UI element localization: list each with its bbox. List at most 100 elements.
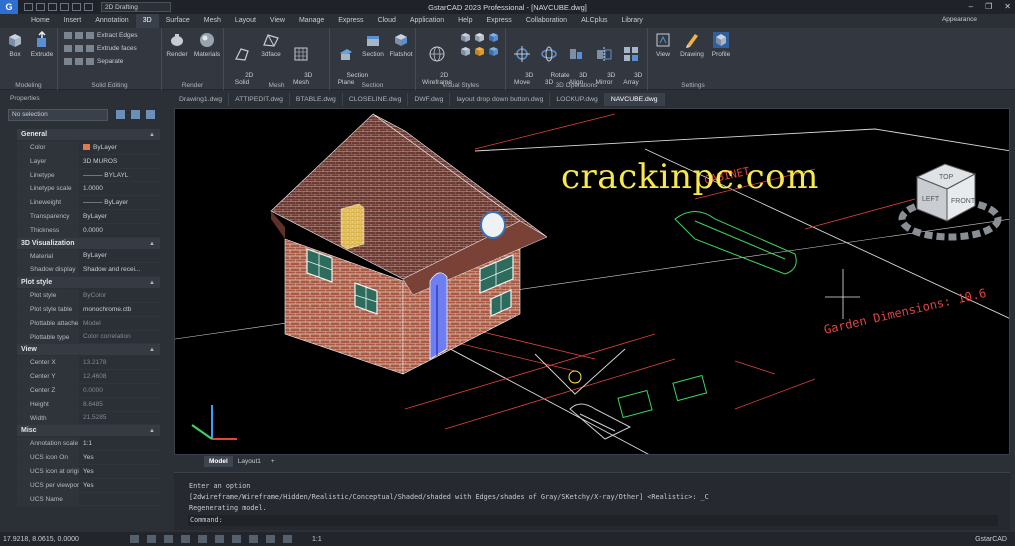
redo-icon[interactable] bbox=[84, 3, 93, 11]
collapse-caret-icon[interactable]: ▲ bbox=[149, 277, 155, 289]
dynamic-ucs-icon[interactable] bbox=[283, 535, 292, 543]
property-value[interactable]: 0.0000 bbox=[79, 223, 160, 237]
property-value[interactable]: Model bbox=[79, 316, 160, 330]
osnap-toggle-icon[interactable] bbox=[198, 535, 207, 543]
extrude-button[interactable]: Extrude bbox=[30, 31, 54, 58]
open-file-icon[interactable] bbox=[36, 3, 45, 11]
property-row[interactable]: Height 8.8485 bbox=[17, 397, 160, 412]
property-value[interactable]: Yes bbox=[79, 464, 160, 478]
property-row[interactable]: Lineweight ——— ByLayer bbox=[17, 196, 160, 210]
property-section-3d-visualization[interactable]: 3D Visualization ▲ bbox=[17, 237, 160, 250]
select-objects-icon[interactable] bbox=[131, 110, 140, 119]
property-value[interactable]: Color correlation bbox=[79, 330, 160, 344]
navcube[interactable]: TOP LEFT FRONT bbox=[898, 163, 1002, 241]
otrack-toggle-icon[interactable] bbox=[215, 535, 224, 543]
menu-tab-surface[interactable]: Surface bbox=[159, 14, 197, 28]
section-button[interactable]: Section bbox=[360, 31, 386, 58]
property-row[interactable]: Transparency ByLayer bbox=[17, 209, 160, 224]
house-3d-model[interactable] bbox=[270, 113, 548, 375]
property-value[interactable]: ——— BYLAYL bbox=[79, 168, 160, 182]
layout-tab[interactable]: Layout1 bbox=[233, 456, 266, 467]
property-value[interactable] bbox=[79, 492, 160, 506]
property-row[interactable]: UCS icon On Yes bbox=[17, 451, 160, 465]
extrude-faces-button[interactable]: Extrude faces bbox=[64, 45, 137, 52]
menu-tab-application[interactable]: Application bbox=[403, 14, 451, 28]
command-input[interactable]: Command: bbox=[188, 515, 998, 526]
property-row[interactable]: Linetype scale 1.0000 bbox=[17, 182, 160, 197]
property-row[interactable]: Center X 13.2178 bbox=[17, 356, 160, 371]
menu-tab-express[interactable]: Express bbox=[480, 14, 519, 28]
drawing-settings-button[interactable]: Drawing bbox=[677, 31, 707, 58]
property-row[interactable]: Annotation scale 1:1 bbox=[17, 437, 160, 452]
render-button[interactable]: Render bbox=[165, 31, 189, 58]
document-tab[interactable]: DWF.dwg bbox=[408, 93, 451, 106]
collapse-caret-icon[interactable]: ▲ bbox=[149, 129, 155, 141]
property-value[interactable]: 1:1 bbox=[79, 437, 160, 451]
property-value[interactable]: 12.4608 bbox=[79, 370, 160, 383]
3dface-button[interactable]: 3dface bbox=[258, 31, 284, 58]
menu-tab-express[interactable]: Express bbox=[331, 14, 370, 28]
property-section-plot-style[interactable]: Plot style ▲ bbox=[17, 277, 160, 290]
property-row[interactable]: Layer 3D MUROS bbox=[17, 154, 160, 169]
document-tab[interactable]: ATTIPEDIT.dwg bbox=[229, 93, 290, 106]
property-value[interactable]: Shadow and recei... bbox=[79, 263, 160, 277]
profile-button[interactable]: Profile bbox=[708, 31, 734, 58]
property-value[interactable]: 13.2178 bbox=[79, 356, 160, 370]
property-value[interactable]: monochrome.ctb bbox=[79, 302, 160, 316]
snap-toggle-icon[interactable] bbox=[147, 535, 156, 543]
new-file-icon[interactable] bbox=[24, 3, 33, 11]
menu-tab-collaboration[interactable]: Collaboration bbox=[519, 14, 574, 28]
quick-select-icon[interactable] bbox=[116, 110, 125, 119]
menu-tab-layout[interactable]: Layout bbox=[228, 14, 263, 28]
property-section-view[interactable]: View ▲ bbox=[17, 344, 160, 357]
property-row[interactable]: Linetype ——— BYLAYL bbox=[17, 168, 160, 183]
document-tab[interactable]: CLOSELINE.dwg bbox=[343, 93, 409, 106]
separate-button[interactable]: Separate bbox=[64, 58, 123, 65]
property-row[interactable]: Plottable attache... Model bbox=[17, 316, 160, 331]
menu-tab-annotation[interactable]: Annotation bbox=[88, 14, 135, 28]
property-row[interactable]: Shadow display Shadow and recei... bbox=[17, 263, 160, 278]
polar-toggle-icon[interactable] bbox=[181, 535, 190, 543]
collapse-caret-icon[interactable]: ▲ bbox=[149, 344, 155, 356]
property-value[interactable]: Yes bbox=[79, 451, 160, 464]
app-logo-icon[interactable]: G bbox=[0, 0, 18, 14]
view-settings-button[interactable]: View bbox=[651, 31, 675, 58]
menu-tab-help[interactable]: Help bbox=[451, 14, 479, 28]
property-value[interactable]: ByLayer bbox=[79, 209, 160, 223]
appearance-menu[interactable]: Appearance bbox=[942, 16, 977, 23]
property-row[interactable]: Plot style table monochrome.ctb bbox=[17, 302, 160, 317]
style-shaded-icon[interactable] bbox=[460, 46, 471, 57]
flatshot-button[interactable]: Flatshot bbox=[387, 31, 415, 58]
extract-edges-button[interactable]: Extract Edges bbox=[64, 32, 137, 39]
selection-cycling-icon[interactable] bbox=[266, 535, 275, 543]
property-section-misc[interactable]: Misc ▲ bbox=[17, 425, 160, 438]
document-tab[interactable]: LOCKUP.dwg bbox=[550, 93, 605, 106]
style-gray-icon[interactable] bbox=[474, 46, 485, 57]
menu-tab-mesh[interactable]: Mesh bbox=[197, 14, 228, 28]
ortho-toggle-icon[interactable] bbox=[164, 535, 173, 543]
document-tab[interactable]: layout drop down button.dwg bbox=[450, 93, 551, 106]
property-value[interactable]: ByLayer bbox=[79, 249, 160, 263]
property-value[interactable]: 3D MUROS bbox=[79, 154, 160, 168]
document-tab[interactable]: NAVCUBE.dwg bbox=[604, 93, 665, 106]
property-section-general[interactable]: General ▲ bbox=[17, 129, 160, 141]
property-row[interactable]: Color ByLayer bbox=[17, 141, 160, 155]
print-icon[interactable] bbox=[60, 3, 69, 11]
property-row[interactable]: Plot style ByColor bbox=[17, 289, 160, 303]
property-value[interactable]: 21.5285 bbox=[79, 411, 160, 425]
menu-tab-view[interactable]: View bbox=[263, 14, 292, 28]
property-value[interactable]: ——— ByLayer bbox=[79, 196, 160, 209]
annotation-scale[interactable]: 1:1 bbox=[312, 536, 322, 543]
menu-tab-library[interactable]: Library bbox=[615, 14, 650, 28]
collapse-caret-icon[interactable]: ▲ bbox=[149, 238, 155, 250]
property-row[interactable]: Center Y 12.4608 bbox=[17, 370, 160, 384]
style-realistic-icon[interactable] bbox=[474, 32, 485, 43]
layout-tab[interactable]: Model bbox=[204, 456, 233, 467]
grid-toggle-icon[interactable] bbox=[130, 535, 139, 543]
property-row[interactable]: UCS Name bbox=[17, 492, 160, 507]
property-value[interactable]: ByColor bbox=[79, 289, 160, 302]
minimize-button[interactable]: – bbox=[969, 2, 973, 11]
property-row[interactable]: Plottable type Color correlation bbox=[17, 330, 160, 345]
property-row[interactable]: Width 21.5285 bbox=[17, 411, 160, 426]
property-row[interactable]: Thickness 0.0000 bbox=[17, 223, 160, 238]
